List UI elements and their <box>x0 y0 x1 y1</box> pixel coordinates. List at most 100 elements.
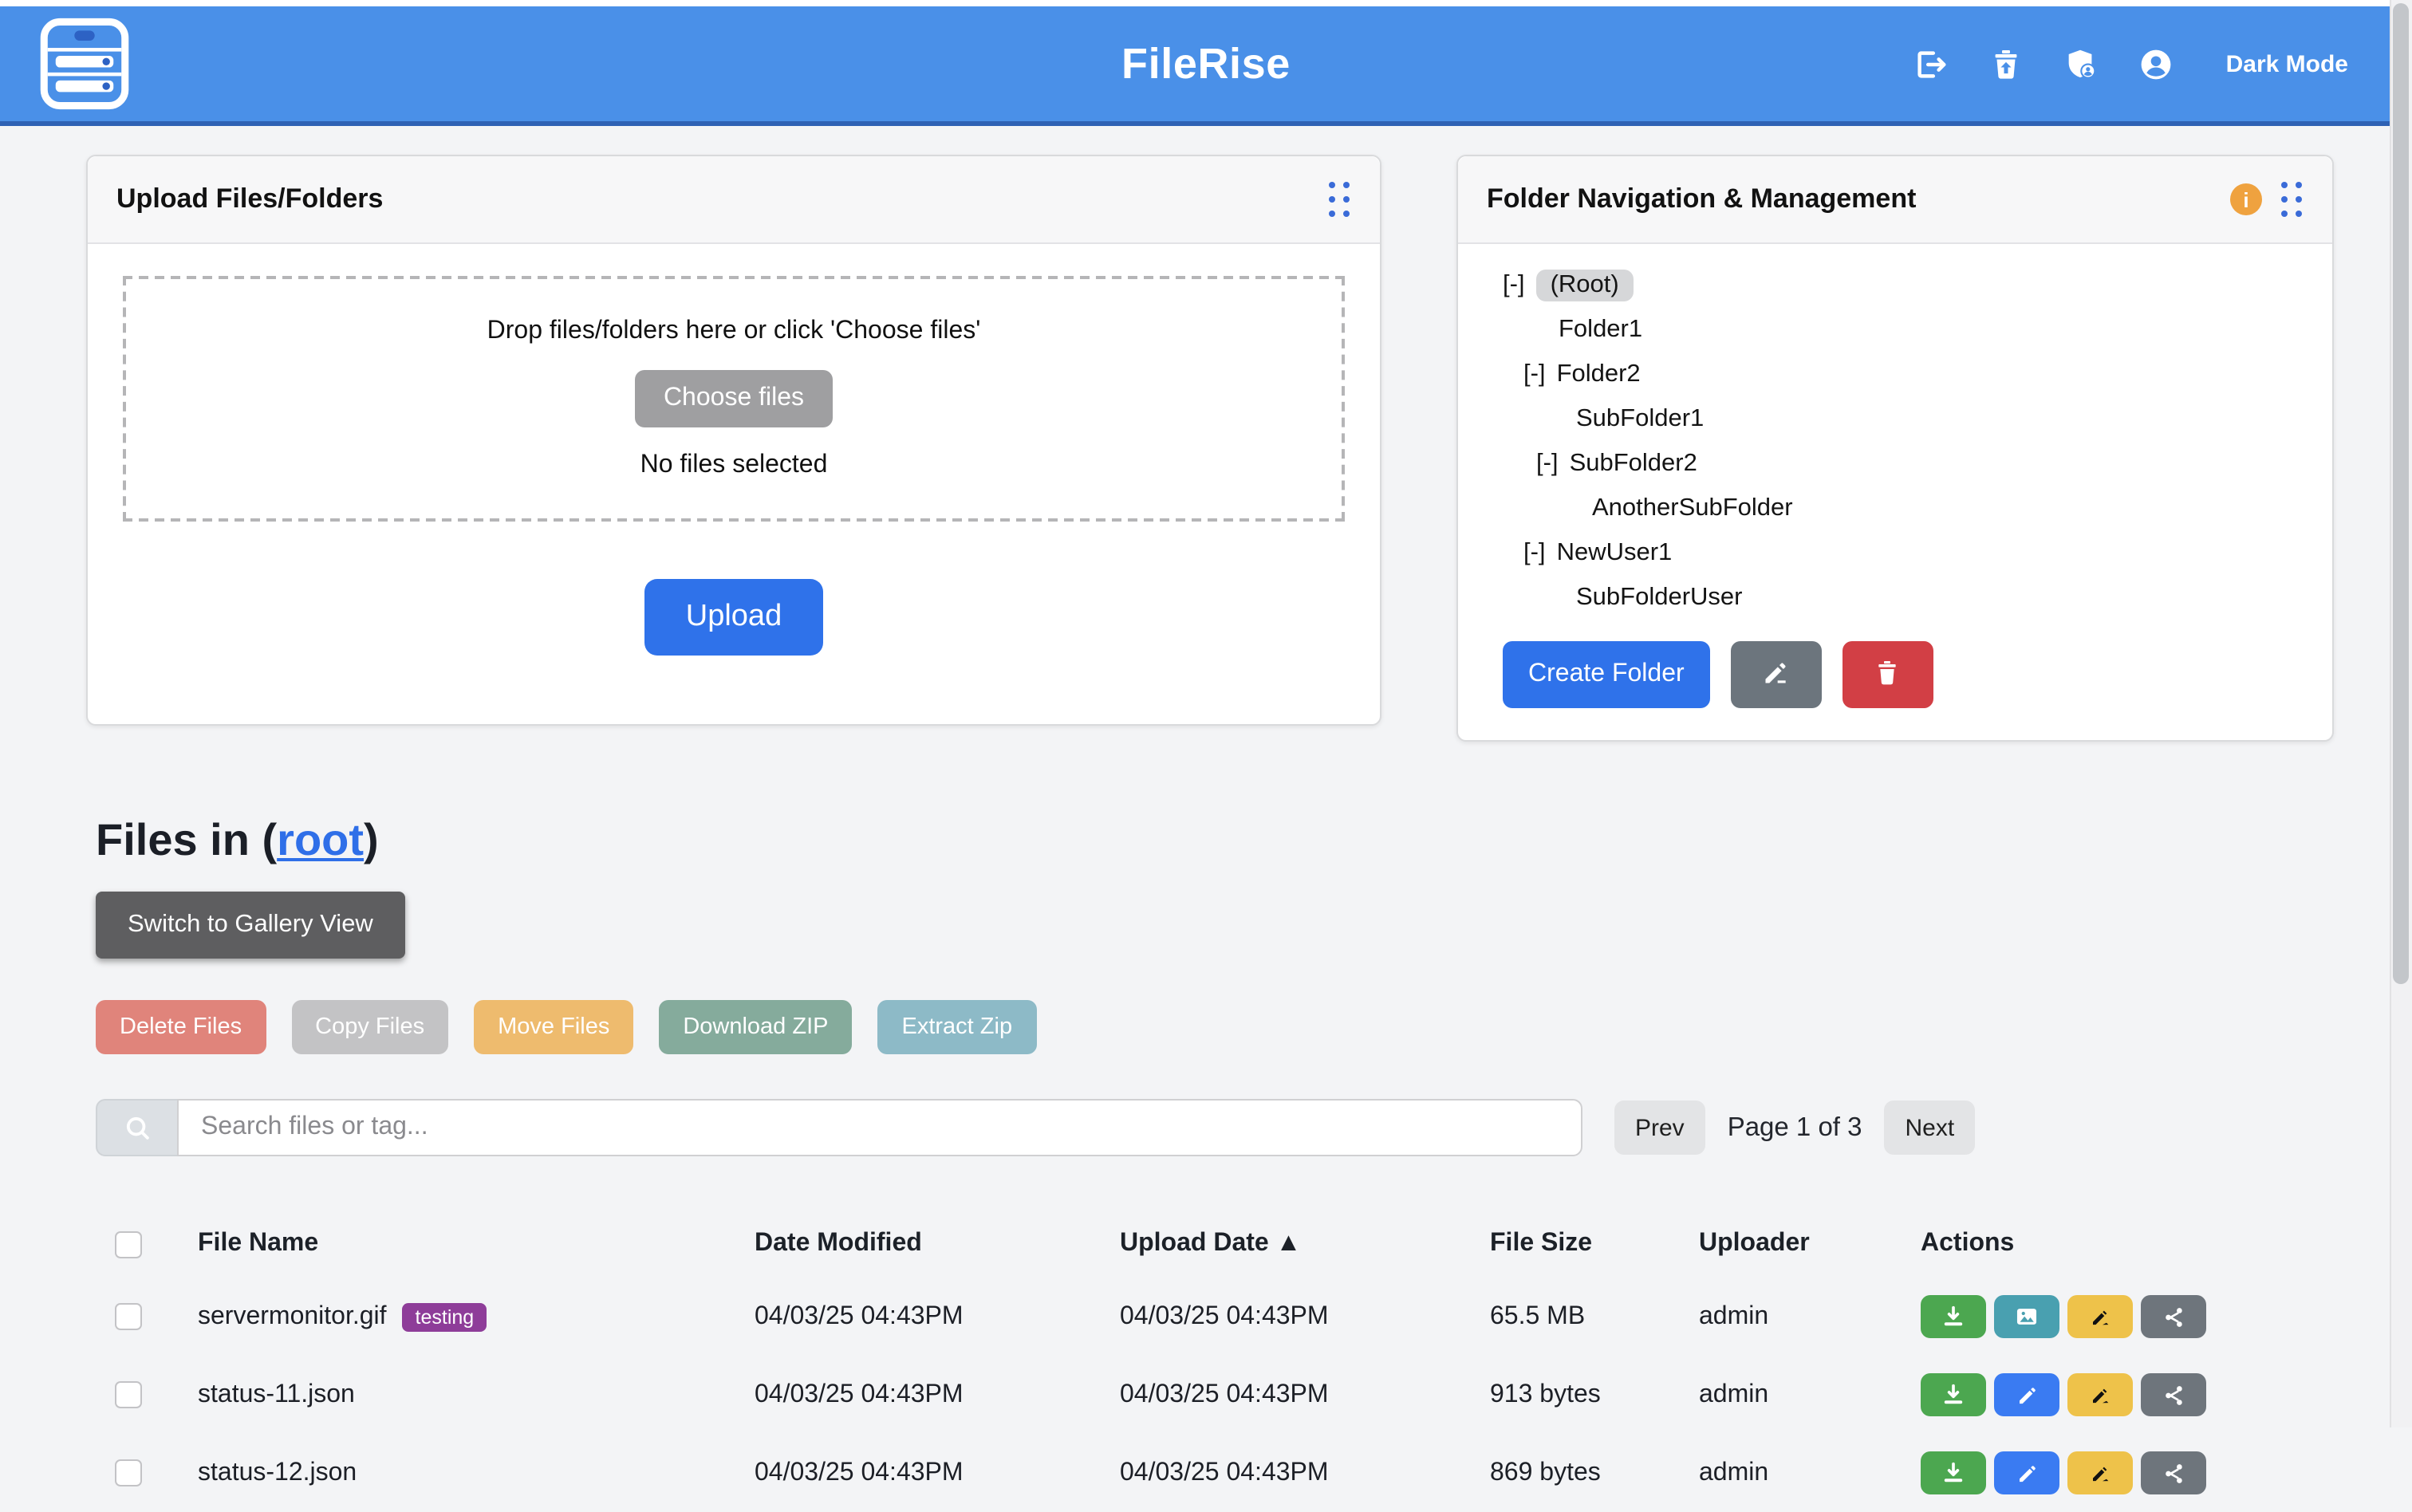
row-checkbox[interactable] <box>115 1381 142 1408</box>
column-header-file-size[interactable]: File Size <box>1490 1230 1699 1258</box>
trash-restore-icon[interactable] <box>1988 45 2025 82</box>
scrollbar-thumb[interactable] <box>2393 3 2409 984</box>
copy-files-button[interactable]: Copy Files <box>291 1000 448 1054</box>
folder-tree: [-] (Root) Folder1 [-] Folder2 SubFolder1 [-] S… <box>1503 263 2304 620</box>
file-name-text[interactable]: servermonitor.gif <box>198 1302 387 1331</box>
tree-toggle[interactable]: [-] <box>1523 360 1546 389</box>
file-name-text[interactable]: status-11.json <box>198 1380 355 1409</box>
no-files-selected-text: No files selected <box>640 451 828 480</box>
create-folder-button[interactable]: Create Folder <box>1503 641 1710 708</box>
tag-badge: testing <box>403 1302 487 1331</box>
drag-handle-icon[interactable] <box>1329 181 1351 218</box>
dark-mode-toggle[interactable]: Dark Mode <box>2226 50 2348 77</box>
uploader: admin <box>1699 1459 1921 1487</box>
extract-zip-button[interactable]: Extract Zip <box>878 1000 1037 1054</box>
select-all-checkbox[interactable] <box>115 1230 142 1258</box>
file-name-text[interactable]: status-12.json <box>198 1459 357 1487</box>
folder-item-folder2[interactable]: Folder2 <box>1557 360 1641 389</box>
root-folder-link[interactable]: root <box>277 815 364 864</box>
file-size: 869 bytes <box>1490 1459 1699 1487</box>
files-heading-prefix: Files in ( <box>96 815 277 864</box>
file-name[interactable]: servermonitor.gif testing <box>198 1302 755 1331</box>
top-cards-row: Upload Files/Folders Drop files/folders … <box>86 155 2412 742</box>
prev-page-button[interactable]: Prev <box>1614 1101 1705 1155</box>
date-modified: 04/03/25 04:43PM <box>755 1380 1120 1409</box>
edit-file-button[interactable] <box>1994 1373 2059 1416</box>
folder-card-title: Folder Navigation & Management <box>1487 183 1916 215</box>
move-files-button[interactable]: Move Files <box>474 1000 633 1054</box>
next-page-button[interactable]: Next <box>1885 1101 1976 1155</box>
trash-icon <box>1872 656 1904 693</box>
rename-file-button[interactable] <box>2067 1295 2133 1338</box>
drag-handle-icon[interactable] <box>2281 181 2304 218</box>
upload-card-header: Upload Files/Folders <box>88 156 1380 244</box>
folder-item-newuser1[interactable]: NewUser1 <box>1557 539 1673 568</box>
logout-icon[interactable] <box>1913 45 1950 82</box>
upload-card-body: Drop files/folders here or click 'Choose… <box>88 244 1380 687</box>
download-zip-button[interactable]: Download ZIP <box>659 1000 852 1054</box>
edit-file-button[interactable] <box>1994 1451 2059 1494</box>
tree-toggle[interactable]: [-] <box>1523 539 1546 568</box>
folder-item-anothersubfolder[interactable]: AnotherSubFolder <box>1592 494 1793 523</box>
table-row: servermonitor.gif testing 04/03/25 04:43PM… <box>96 1278 2316 1356</box>
share-file-button[interactable] <box>2141 1451 2206 1494</box>
column-header-date-modified[interactable]: Date Modified <box>755 1230 1120 1258</box>
folder-card-header: Folder Navigation & Management i <box>1458 156 2332 244</box>
shield-user-icon[interactable] <box>2063 45 2100 82</box>
row-actions <box>1921 1295 2316 1338</box>
user-profile-icon[interactable] <box>2138 45 2175 82</box>
upload-button[interactable]: Upload <box>644 579 823 656</box>
rename-folder-button[interactable] <box>1731 641 1822 708</box>
file-name[interactable]: status-12.json <box>198 1459 755 1487</box>
tree-toggle[interactable]: [-] <box>1503 271 1525 300</box>
tree-row: [-] (Root) <box>1503 263 2304 308</box>
upload-dropzone[interactable]: Drop files/folders here or click 'Choose… <box>123 276 1345 522</box>
dropzone-text: Drop files/folders here or click 'Choose… <box>487 317 981 346</box>
choose-files-button[interactable]: Choose files <box>635 370 833 427</box>
tree-row: [-] Folder2 <box>1503 352 2304 397</box>
folder-item-subfolder2[interactable]: SubFolder2 <box>1570 450 1697 478</box>
files-heading-suffix: ) <box>364 815 379 864</box>
upload-date: 04/03/25 04:43PM <box>1120 1302 1490 1331</box>
uploader: admin <box>1699 1302 1921 1331</box>
column-header-upload-date[interactable]: Upload Date ▲ <box>1120 1230 1490 1258</box>
folder-item-folder1[interactable]: Folder1 <box>1559 316 1642 345</box>
upload-date: 04/03/25 04:43PM <box>1120 1380 1490 1409</box>
search-group <box>96 1099 1582 1156</box>
date-modified: 04/03/25 04:43PM <box>755 1459 1120 1487</box>
file-size: 913 bytes <box>1490 1380 1699 1409</box>
file-name[interactable]: status-11.json <box>198 1380 755 1409</box>
share-file-button[interactable] <box>2141 1373 2206 1416</box>
column-header-file-name[interactable]: File Name <box>198 1230 755 1258</box>
folder-item-subfolderuser[interactable]: SubFolderUser <box>1576 584 1743 612</box>
column-header-actions[interactable]: Actions <box>1921 1230 2316 1258</box>
folder-item-root[interactable]: (Root) <box>1536 270 1634 301</box>
rename-file-button[interactable] <box>2067 1373 2133 1416</box>
row-checkbox[interactable] <box>115 1303 142 1330</box>
bulk-actions-row: Delete Files Copy Files Move Files Download… <box>96 1000 2412 1054</box>
folder-item-subfolder1[interactable]: SubFolder1 <box>1576 405 1704 434</box>
upload-date: 04/03/25 04:43PM <box>1120 1459 1490 1487</box>
delete-folder-button[interactable] <box>1843 641 1933 708</box>
preview-image-button[interactable] <box>1994 1295 2059 1338</box>
page-indicator: Page 1 of 3 <box>1728 1112 1862 1143</box>
info-icon[interactable]: i <box>2230 183 2262 215</box>
column-header-uploader[interactable]: Uploader <box>1699 1230 1921 1258</box>
header-bar: FileRise <box>0 6 2412 126</box>
top-strip <box>0 0 2412 6</box>
delete-files-button[interactable]: Delete Files <box>96 1000 266 1054</box>
table-row: status-11.json 04/03/25 04:43PM04/03/25 0… <box>96 1356 2316 1434</box>
row-checkbox[interactable] <box>115 1459 142 1486</box>
switch-gallery-view-button[interactable]: Switch to Gallery View <box>96 892 405 959</box>
search-input[interactable] <box>177 1099 1582 1156</box>
date-modified: 04/03/25 04:43PM <box>755 1302 1120 1331</box>
rename-file-button[interactable] <box>2067 1451 2133 1494</box>
download-button[interactable] <box>1921 1295 1986 1338</box>
download-button[interactable] <box>1921 1451 1986 1494</box>
row-actions <box>1921 1373 2316 1416</box>
download-button[interactable] <box>1921 1373 1986 1416</box>
tree-toggle[interactable]: [-] <box>1536 450 1559 478</box>
uploader: admin <box>1699 1380 1921 1409</box>
files-table: File NameDate ModifiedUpload Date ▲File … <box>96 1211 2316 1512</box>
share-file-button[interactable] <box>2141 1295 2206 1338</box>
